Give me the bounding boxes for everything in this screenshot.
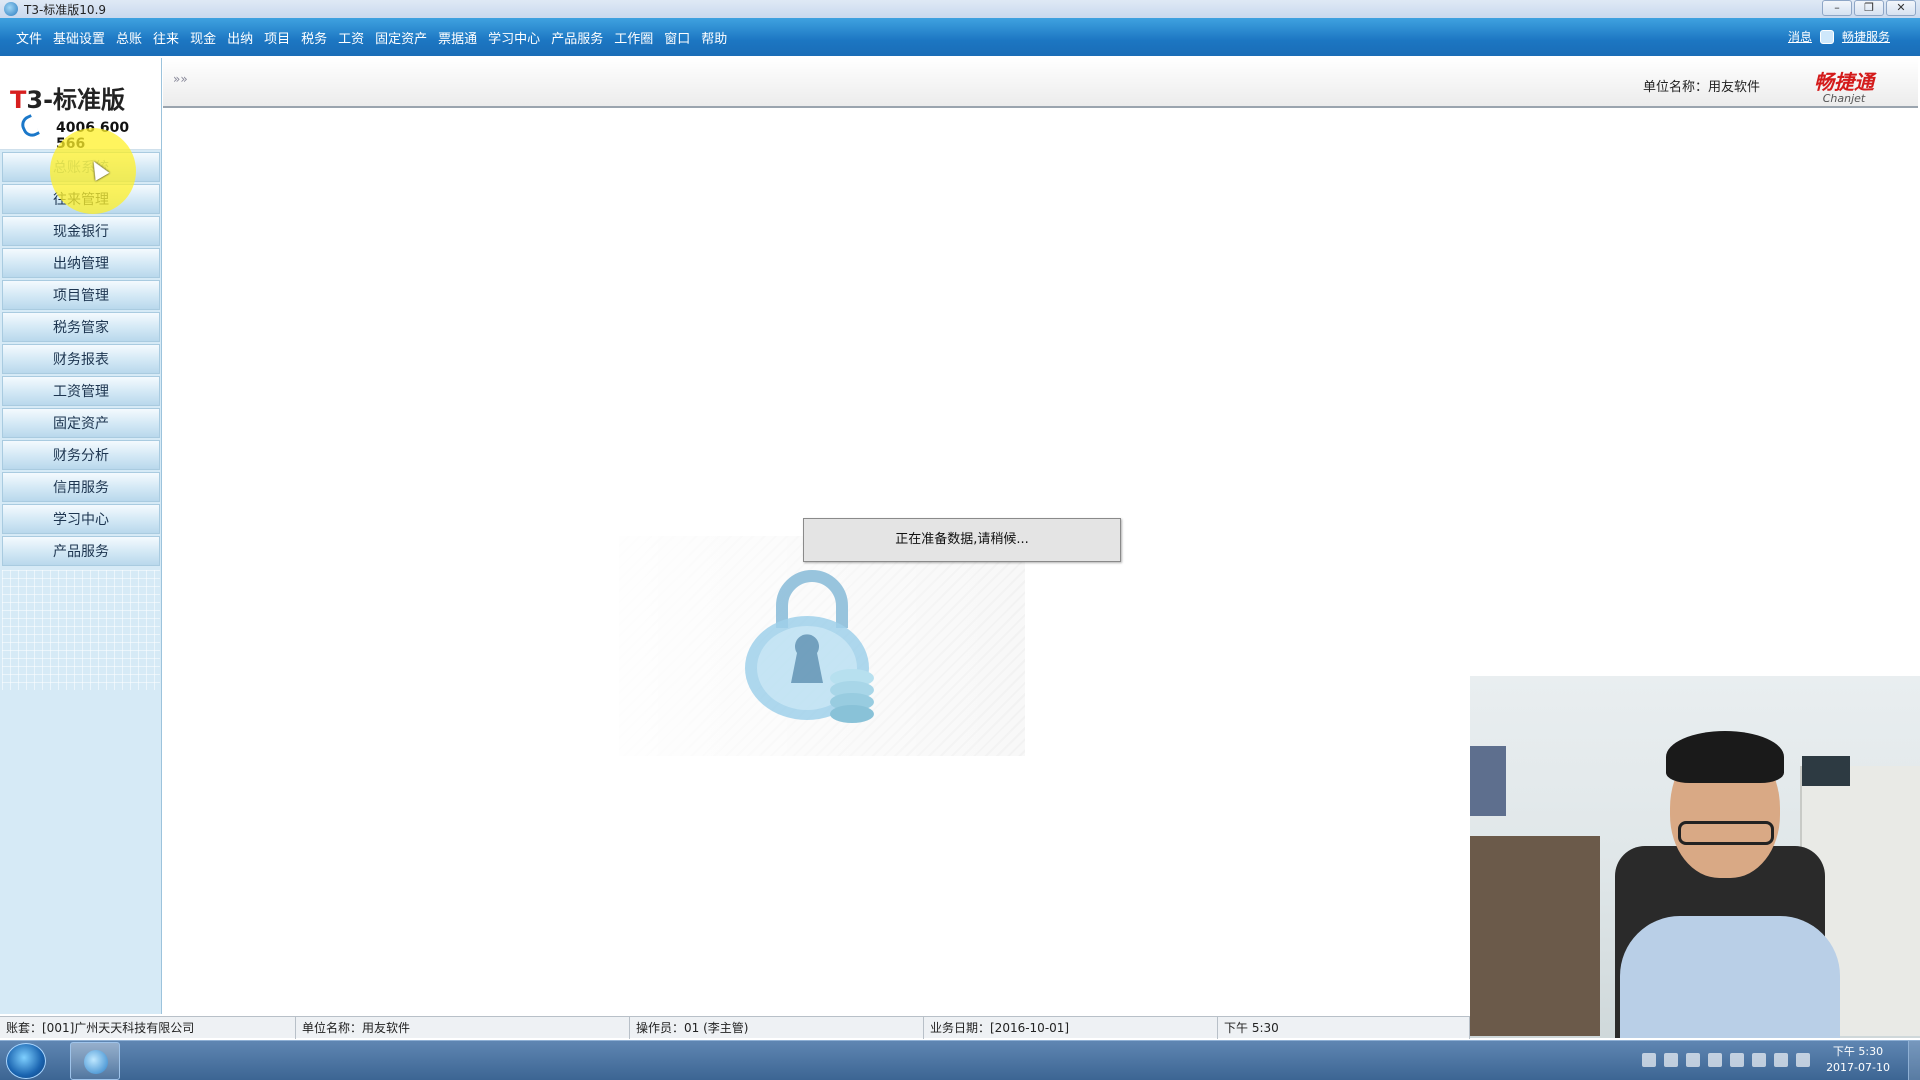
nav-cashier[interactable]: 出纳管理 xyxy=(2,248,160,278)
network-icon[interactable] xyxy=(1730,1053,1744,1067)
minimize-button[interactable]: – xyxy=(1822,0,1852,16)
keyboard-icon[interactable] xyxy=(1642,1053,1656,1067)
menu-basic-settings[interactable]: 基础设置 xyxy=(53,28,105,47)
app-icon xyxy=(4,2,18,16)
title-bar: T3-标准版10.9 – ❐ ✕ xyxy=(0,0,1920,18)
menu-fixed-assets[interactable]: 固定资产 xyxy=(375,28,427,47)
menu-work-circle[interactable]: 工作圈 xyxy=(614,28,653,47)
presenter-glasses xyxy=(1678,821,1774,845)
status-account: 账套：[001]广州天天科技有限公司 xyxy=(0,1017,296,1039)
lock-icon xyxy=(745,570,874,723)
webcam-overlay xyxy=(1470,676,1920,1038)
menu-cashier[interactable]: 出纳 xyxy=(227,28,253,47)
menu-transactions[interactable]: 往来 xyxy=(153,28,179,47)
shelf xyxy=(1470,836,1600,1036)
nav-fixed-assets[interactable]: 固定资产 xyxy=(2,408,160,438)
restore-button[interactable]: ❐ xyxy=(1854,0,1884,16)
nav-project[interactable]: 项目管理 xyxy=(2,280,160,310)
menu-window[interactable]: 窗口 xyxy=(664,28,690,47)
window-title: T3-标准版10.9 xyxy=(24,2,107,17)
show-desktop-button[interactable] xyxy=(1908,1041,1920,1080)
nav-tax[interactable]: 税务管家 xyxy=(2,312,160,342)
system-tray xyxy=(1642,1053,1810,1067)
brand-cn: 畅捷通 xyxy=(1814,70,1874,94)
module-nav: 总账系统 往来管理 现金银行 出纳管理 项目管理 税务管家 财务报表 工资管理 … xyxy=(2,152,160,568)
menu-right-links: 消息 畅捷服务 xyxy=(1788,28,1890,45)
loading-dialog: 正在准备数据,请稍候... xyxy=(803,518,1121,562)
sidebar-pattern xyxy=(2,570,160,690)
menu-bar: 文件 基础设置 总账 往来 现金 出纳 项目 税务 工资 固定资产 票据通 学习… xyxy=(0,18,1920,56)
nav-financial-analysis[interactable]: 财务分析 xyxy=(2,440,160,470)
nav-product-services[interactable]: 产品服务 xyxy=(2,536,160,566)
nav-learning-center[interactable]: 学习中心 xyxy=(2,504,160,534)
clock[interactable]: 下午 5:30 2017-07-10 xyxy=(1826,1044,1890,1076)
menu-tax[interactable]: 税务 xyxy=(301,28,327,47)
taskbar-app-t3[interactable] xyxy=(70,1042,120,1080)
presenter-body xyxy=(1620,916,1840,1038)
status-time: 下午 5:30 xyxy=(1218,1017,1470,1039)
pen-icon[interactable] xyxy=(1664,1053,1678,1067)
chanjet-logo: 畅捷通 Chanjet xyxy=(1814,66,1874,105)
close-button[interactable]: ✕ xyxy=(1886,0,1916,16)
unit-name-label: 单位名称：用友软件 xyxy=(1642,80,1760,95)
volume-icon[interactable] xyxy=(1796,1053,1810,1067)
logo-rest: 3-标准版 xyxy=(26,86,126,114)
phone-icon xyxy=(18,114,40,140)
loading-splash xyxy=(619,536,1025,756)
clock-time: 下午 5:30 xyxy=(1832,1045,1884,1058)
nav-financial-reports[interactable]: 财务报表 xyxy=(2,344,160,374)
status-unit: 单位名称：用友软件 xyxy=(296,1017,630,1039)
monitor xyxy=(1802,756,1850,786)
nav-credit-service[interactable]: 信用服务 xyxy=(2,472,160,502)
flag-icon[interactable] xyxy=(1774,1053,1788,1067)
taskbar: 下午 5:30 2017-07-10 xyxy=(0,1040,1920,1080)
service-icon xyxy=(1819,29,1834,44)
presenter-hair xyxy=(1666,731,1784,783)
status-bar: 账套：[001]广州天天科技有限公司 单位名称：用友软件 操作员：01 (李主管… xyxy=(0,1016,1470,1039)
menu-payroll[interactable]: 工资 xyxy=(338,28,364,47)
menu-product-services[interactable]: 产品服务 xyxy=(551,28,603,47)
shield-icon[interactable] xyxy=(1708,1053,1722,1067)
content-header: »» 单位名称：用友软件 畅捷通 Chanjet xyxy=(163,58,1918,108)
brand-en: Chanjet xyxy=(1822,92,1866,105)
menu-project[interactable]: 项目 xyxy=(264,28,290,47)
nav-payroll[interactable]: 工资管理 xyxy=(2,376,160,406)
t3-app-icon xyxy=(84,1050,108,1074)
start-icon[interactable] xyxy=(6,1043,46,1079)
menu-bills[interactable]: 票据通 xyxy=(438,28,477,47)
nav-cash-bank[interactable]: 现金银行 xyxy=(2,216,160,246)
logo-text: T3-标准版 xyxy=(10,86,126,114)
window-controls: – ❐ ✕ xyxy=(1822,0,1916,16)
menu-file[interactable]: 文件 xyxy=(16,28,42,47)
menu-ledger[interactable]: 总账 xyxy=(116,28,142,47)
device-icon[interactable] xyxy=(1752,1053,1766,1067)
wall-picture xyxy=(1470,746,1506,816)
message-link[interactable]: 消息 xyxy=(1788,28,1812,45)
status-business-date: 业务日期：[2016-10-01] xyxy=(924,1017,1218,1039)
menu-cash[interactable]: 现金 xyxy=(190,28,216,47)
collapse-toggle[interactable]: »» xyxy=(173,72,188,86)
menu-learning-center[interactable]: 学习中心 xyxy=(488,28,540,47)
status-operator: 操作员：01 (李主管) xyxy=(630,1017,924,1039)
tool-icon[interactable] xyxy=(1686,1053,1700,1067)
menu-help[interactable]: 帮助 xyxy=(701,28,727,47)
clock-date: 2017-07-10 xyxy=(1826,1061,1890,1074)
service-link[interactable]: 畅捷服务 xyxy=(1842,28,1890,45)
